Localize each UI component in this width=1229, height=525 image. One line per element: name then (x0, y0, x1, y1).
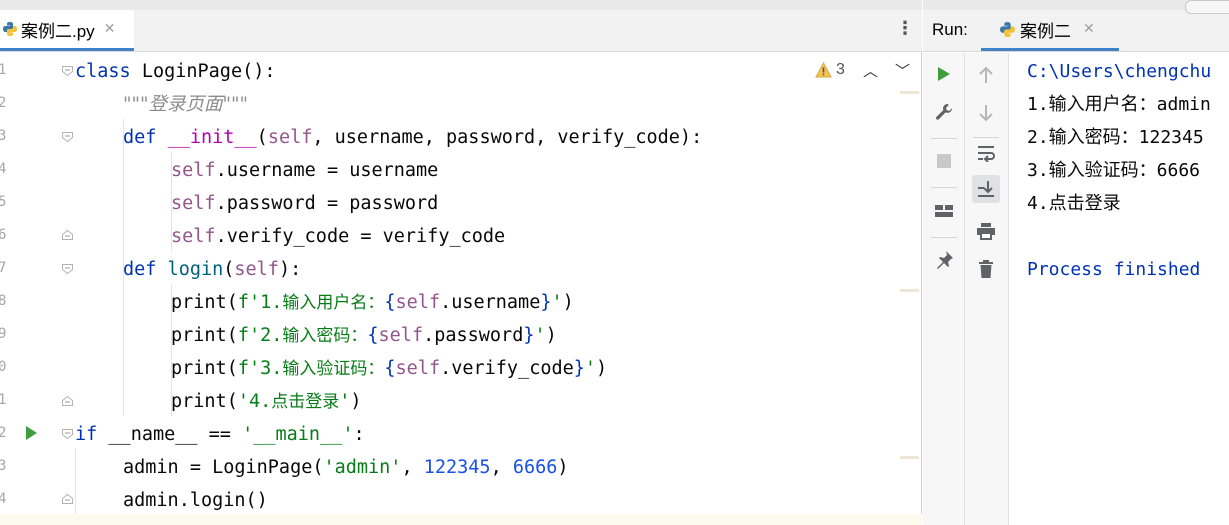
python-file-icon (3, 22, 17, 36)
pin-icon (937, 251, 953, 269)
python-icon (1000, 21, 1015, 37)
print-button[interactable] (972, 217, 1000, 245)
rerun-icon (938, 67, 950, 81)
code-line-13: admin = LoginPage('admin', 122345, 6666) (123, 457, 569, 478)
scroll-to-end-icon (978, 181, 994, 197)
code-line-6: self.verify_code = verify_code (171, 226, 506, 247)
console-line: 1.输入用户名：admin (1027, 94, 1211, 115)
soft-wrap-button[interactable] (972, 139, 1000, 167)
code-line-12: if __name__ == '__main__': (75, 424, 365, 445)
close-icon[interactable]: ✕ (104, 21, 116, 37)
scrollbar-marker[interactable] (900, 289, 919, 292)
toolbar-separator (973, 137, 999, 138)
window-corner (1185, 0, 1229, 14)
line-number: 4 (0, 161, 7, 177)
code-area[interactable]: class LoginPage(): """登录页面""" def __init… (75, 53, 922, 525)
fold-open-icon[interactable] (61, 65, 74, 77)
console-line: 4.点击登录 (1027, 193, 1121, 214)
previous-highlight-icon[interactable]: ︿ (863, 60, 878, 81)
editor-gutter: 1 2 3 4 5 6 7 8 9 0 1 2 3 4 (0, 53, 75, 525)
code-line-14: admin.login() (123, 490, 268, 511)
fold-close-icon[interactable] (61, 229, 74, 241)
line-number: 1 (0, 62, 7, 78)
run-header: Run: 案例二 ✕ (923, 0, 1229, 52)
run-config-tab[interactable]: 案例二 ✕ (981, 10, 1119, 51)
toolbar-separator (931, 138, 957, 139)
code-line-7: def login(self): (123, 259, 302, 280)
toolbar-separator (931, 237, 957, 238)
clear-all-button[interactable] (972, 255, 1000, 283)
stop-icon (937, 154, 951, 168)
line-number: 2 (0, 95, 7, 111)
line-number: 8 (0, 293, 7, 309)
rerun-button[interactable] (930, 60, 958, 88)
run-tab-label: 案例二 (1020, 21, 1071, 41)
stop-button[interactable] (930, 147, 958, 175)
up-arrow-icon (979, 66, 993, 83)
console-line: Process finished (1027, 259, 1201, 280)
soft-wrap-icon (978, 146, 995, 162)
wrench-icon (936, 104, 953, 120)
line-number: 3 (0, 128, 7, 144)
line-number: 6 (0, 227, 7, 243)
next-highlight-icon[interactable]: ﹀ (895, 60, 910, 81)
run-tool-window: Run: 案例二 ✕ C:\Users\chengchu 1.输入用户名：adm… (923, 0, 1229, 525)
editor-tab-bar: 案例二.py ✕ ⋮ (0, 0, 922, 52)
code-line-11: print('4.点击登录') (171, 391, 362, 412)
more-vertical-icon[interactable]: ⋮ (896, 18, 914, 39)
line-number: 5 (0, 194, 7, 210)
warning-triangle-icon (815, 62, 832, 78)
code-line-9: print(f'2.输入密码：{self.password}') (171, 325, 557, 346)
fold-close-icon[interactable] (61, 395, 74, 407)
pin-button[interactable] (930, 246, 958, 274)
current-line-highlight (0, 514, 922, 525)
editor-pane: 案例二.py ✕ ⋮ 1 2 3 4 5 6 7 8 9 0 1 2 3 4 c… (0, 0, 922, 525)
scroll-up-button[interactable] (972, 61, 1000, 89)
run-title: Run: (932, 20, 968, 39)
settings-button[interactable] (930, 98, 958, 126)
line-number: 7 (0, 260, 7, 276)
down-arrow-icon (979, 105, 993, 122)
scrollbar-marker[interactable] (900, 91, 919, 94)
console-output[interactable]: C:\Users\chengchu 1.输入用户名：admin 2.输入密码：1… (1009, 53, 1229, 525)
editor-tab-label: 案例二.py (21, 21, 95, 41)
scroll-to-end-button[interactable] (972, 175, 1000, 203)
fold-open-icon[interactable] (61, 428, 74, 440)
line-number: 0 (0, 359, 7, 375)
console-line: 3.输入验证码：6666 (1027, 160, 1201, 181)
run-toolbar-right (965, 53, 1009, 525)
print-icon (977, 223, 995, 240)
editor-tab[interactable]: 案例二.py ✕ (0, 10, 134, 51)
fold-open-icon[interactable] (61, 263, 74, 275)
warning-count: 3 (836, 61, 845, 78)
console-line: C:\Users\chengchu (1027, 61, 1212, 82)
code-line-1: class LoginPage(): (75, 61, 276, 82)
line-number: 3 (0, 458, 7, 474)
code-line-3: def __init__(self, username, password, v… (123, 127, 703, 148)
close-icon[interactable]: ✕ (1083, 21, 1095, 37)
fold-open-icon[interactable] (61, 131, 74, 143)
code-line-4: self.username = username (171, 160, 439, 181)
code-line-8: print(f'1.输入用户名：{self.username}') (171, 292, 574, 313)
code-line-5: self.password = password (171, 193, 439, 214)
line-number: 1 (0, 392, 7, 408)
scrollbar-marker[interactable] (900, 456, 919, 459)
line-number: 9 (0, 326, 7, 342)
console-line: 2.输入密码：122345 (1027, 127, 1204, 148)
line-number: 2 (0, 425, 7, 441)
line-number: 4 (0, 491, 7, 507)
layout-icon (935, 205, 953, 217)
code-line-2: """登录页面""" (123, 94, 249, 115)
run-gutter-icon[interactable] (24, 425, 38, 441)
fold-close-icon[interactable] (61, 493, 74, 505)
code-line-10: print(f'3.输入验证码：{self.verify_code}') (171, 358, 608, 379)
trash-icon (979, 260, 993, 278)
layout-button[interactable] (930, 197, 958, 225)
inspection-widget[interactable]: 3 (815, 61, 845, 79)
toolbar-separator (931, 187, 957, 188)
scroll-down-button[interactable] (972, 99, 1000, 127)
run-toolbar-left (923, 53, 965, 525)
